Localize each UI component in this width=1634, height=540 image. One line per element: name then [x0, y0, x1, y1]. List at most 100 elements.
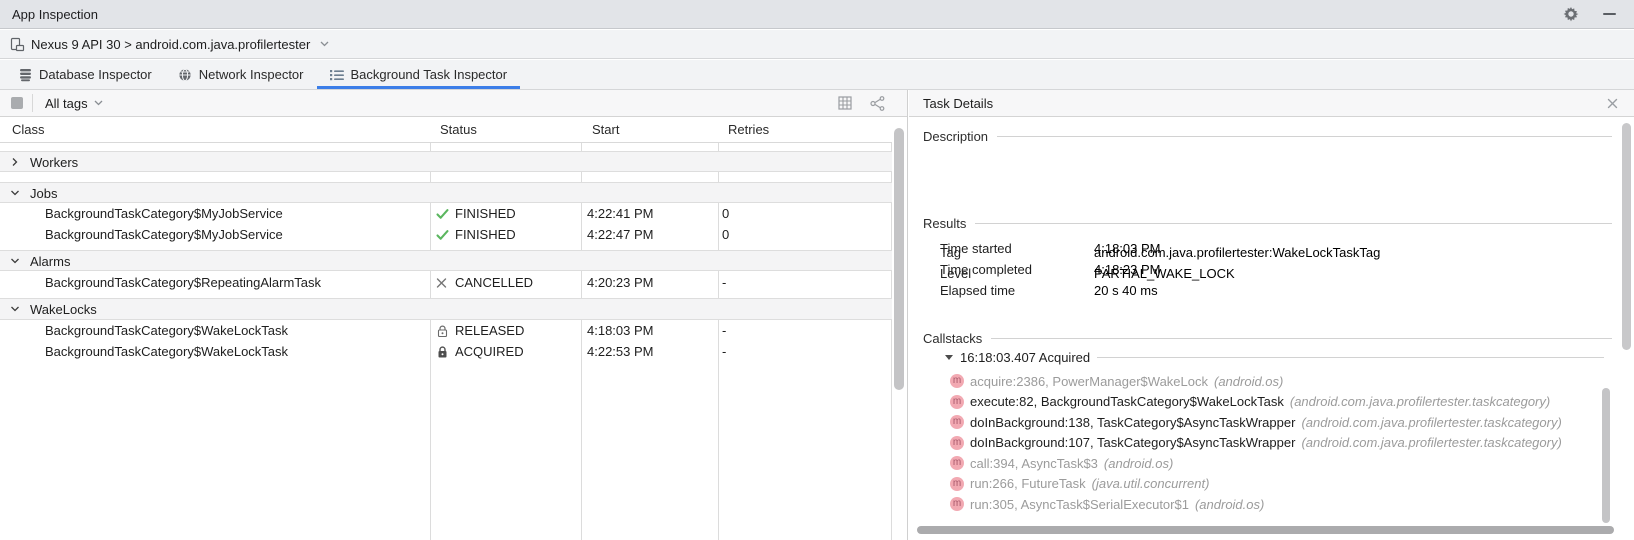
column-header-class[interactable]: Class	[12, 117, 45, 143]
section-description: Description	[923, 128, 1612, 144]
method-icon: m	[950, 436, 964, 450]
task-start: 4:18:03 PM	[587, 320, 654, 341]
tab-label: Background Task Inspector	[351, 67, 508, 82]
group-label: Alarms	[30, 251, 70, 272]
active-tab-underline	[317, 86, 521, 89]
task-list-icon	[330, 69, 344, 81]
task-class: BackgroundTaskCategory$MyJobService	[45, 203, 283, 224]
task-details-panel: Task Details Description Tag android.com…	[909, 90, 1634, 540]
tab-background-task-inspector[interactable]: Background Task Inspector	[317, 60, 521, 89]
check-icon	[436, 207, 449, 220]
task-class: BackgroundTaskCategory$WakeLockTask	[45, 341, 288, 362]
method-icon: m	[950, 415, 964, 429]
table-vertical-scrollbar[interactable]	[894, 128, 904, 390]
chevron-down-icon[interactable]	[10, 304, 20, 314]
section-results: Results	[923, 215, 1612, 231]
frame-text: doInBackground:138, TaskCategory$AsyncTa…	[970, 415, 1295, 430]
callstack-entry[interactable]: 16:18:03.407 Acquired	[945, 349, 1604, 365]
cross-icon	[436, 278, 447, 289]
task-class: BackgroundTaskCategory$MyJobService	[45, 224, 283, 245]
field-value: 4:18:03 PM	[1094, 241, 1161, 256]
task-retries: -	[722, 320, 726, 341]
stack-frame[interactable]: mrun:266, FutureTask(java.util.concurren…	[909, 474, 1610, 495]
graph-view-icon[interactable]	[870, 96, 885, 111]
field-value: 20 s 40 ms	[1094, 283, 1158, 298]
task-row[interactable]: BackgroundTaskCategory$WakeLockTask ACQUI…	[0, 341, 892, 362]
task-row[interactable]: BackgroundTaskCategory$RepeatingAlarmTas…	[0, 271, 892, 295]
close-icon[interactable]	[1607, 98, 1618, 109]
details-vertical-scrollbar[interactable]	[1622, 123, 1631, 350]
inspector-tabbar: Database Inspector Network Inspector Bac…	[0, 60, 1634, 90]
method-icon: m	[950, 497, 964, 511]
task-status: RELEASED	[455, 320, 524, 341]
frame-package: (android.com.java.profilertester.taskcat…	[1301, 435, 1561, 450]
task-rows: WorkersJobsBackgroundTaskCategory$MyJobS…	[0, 143, 892, 362]
group-row-workers[interactable]: Workers	[0, 151, 892, 172]
field-time-completed: Time completed 4:18:23 PM	[909, 262, 1634, 279]
frame-package: (java.util.concurrent)	[1092, 476, 1210, 491]
table-spacer	[0, 143, 892, 151]
callstack-entry-label: 16:18:03.407 Acquired	[960, 350, 1090, 365]
stack-frame[interactable]: mrun:305, AsyncTask$SerialExecutor$1(and…	[909, 494, 1610, 515]
database-icon	[19, 68, 32, 82]
stack-frame[interactable]: mcall:394, AsyncTask$3(android.os)	[909, 453, 1610, 474]
group-row-jobs[interactable]: Jobs	[0, 182, 892, 203]
frame-text: acquire:2386, PowerManager$WakeLock	[970, 374, 1208, 389]
stack-frame[interactable]: macquire:2386, PowerManager$WakeLock(and…	[909, 371, 1610, 392]
task-start: 4:22:47 PM	[587, 224, 654, 245]
all-tags-dropdown[interactable]: All tags	[45, 96, 103, 111]
device-process-bar[interactable]: Nexus 9 API 30 > android.com.java.profil…	[0, 30, 1634, 59]
chevron-down-icon[interactable]	[10, 256, 20, 266]
callstack-vertical-scrollbar[interactable]	[1602, 388, 1610, 523]
group-label: Jobs	[30, 183, 57, 204]
stack-frame[interactable]: mdoInBackground:107, TaskCategory$AsyncT…	[909, 433, 1610, 454]
frame-text: run:266, FutureTask	[970, 476, 1086, 491]
details-horizontal-scrollbar[interactable]	[917, 526, 1614, 534]
chevron-right-icon[interactable]	[10, 157, 20, 167]
device-process-label: Nexus 9 API 30 > android.com.java.profil…	[31, 37, 310, 52]
group-row-wakelocks[interactable]: WakeLocks	[0, 298, 892, 320]
table-spacer	[0, 172, 892, 182]
task-retries: -	[722, 271, 726, 295]
lock-open-icon	[436, 324, 449, 338]
task-row[interactable]: BackgroundTaskCategory$WakeLockTaskRELEA…	[0, 320, 892, 341]
field-elapsed-time: Elapsed time 20 s 40 ms	[909, 283, 1634, 300]
stack-frame[interactable]: mexecute:82, BackgroundTaskCategory$Wake…	[909, 392, 1610, 413]
stop-inspector-icon[interactable]	[11, 97, 23, 109]
background-task-table-panel: All tags Class Status Start Retries Work…	[0, 90, 908, 540]
stack-frame[interactable]: m doInBackground:138, TaskCategory$AsyncT…	[909, 412, 1610, 433]
field-label: Time started	[940, 241, 1012, 256]
frame-text: run:305, AsyncTask$SerialExecutor$1	[970, 497, 1189, 512]
task-details-title: Task Details	[923, 96, 993, 111]
task-status: FINISHED	[455, 224, 516, 245]
table-toolbar: All tags	[0, 90, 907, 117]
list-view-icon[interactable]	[838, 96, 852, 110]
minimize-icon[interactable]	[1603, 13, 1616, 15]
task-start: 4:22:53 PM	[587, 341, 654, 362]
tab-network-inspector[interactable]: Network Inspector	[165, 60, 317, 89]
group-row-alarms[interactable]: Alarms	[0, 250, 892, 271]
column-header-start[interactable]: Start	[592, 117, 619, 143]
gear-icon[interactable]	[1563, 6, 1579, 22]
lock-closed-icon	[436, 345, 449, 359]
task-details-header: Task Details	[909, 90, 1634, 117]
triangle-down-icon[interactable]	[945, 355, 953, 360]
chevron-down-icon	[320, 41, 329, 47]
field-label: Elapsed time	[940, 283, 1015, 298]
task-start: 4:22:41 PM	[587, 203, 654, 224]
chevron-down-icon[interactable]	[10, 188, 20, 198]
task-row[interactable]: BackgroundTaskCategory$MyJobService FINIS…	[0, 224, 892, 245]
method-icon: m	[950, 456, 964, 470]
task-status: CANCELLED	[455, 271, 533, 295]
column-header-retries[interactable]: Retries	[728, 117, 769, 143]
method-icon: m	[950, 374, 964, 388]
task-start: 4:20:23 PM	[587, 271, 654, 295]
task-status: ACQUIRED	[455, 341, 524, 362]
tab-label: Network Inspector	[199, 67, 304, 82]
field-value: 4:18:23 PM	[1094, 262, 1161, 277]
all-tags-label: All tags	[45, 96, 88, 111]
group-label: Workers	[30, 152, 78, 173]
task-row[interactable]: BackgroundTaskCategory$MyJobServiceFINIS…	[0, 203, 892, 224]
column-header-status[interactable]: Status	[440, 117, 477, 143]
tab-database-inspector[interactable]: Database Inspector	[6, 60, 165, 89]
